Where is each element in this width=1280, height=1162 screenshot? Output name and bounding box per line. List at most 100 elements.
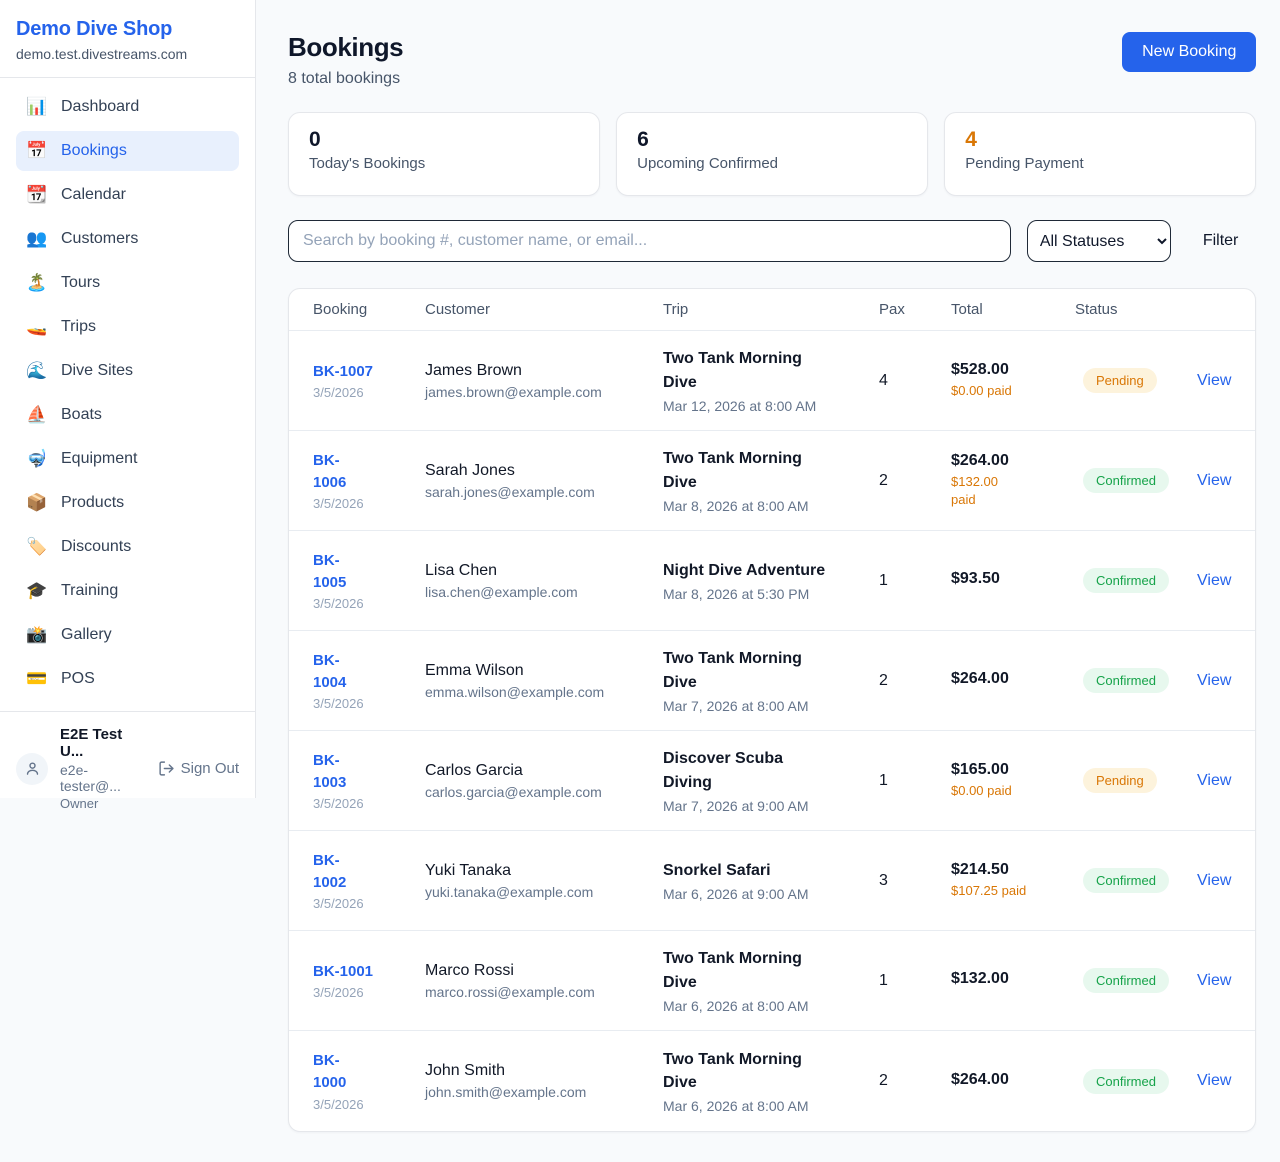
sidebar: Demo Dive Shop demo.test.divestreams.com… — [0, 0, 256, 798]
sidebar-item-pos[interactable]: 💳 POS — [16, 659, 239, 699]
bookings-table: Booking Customer Trip Pax Total Status B… — [288, 288, 1256, 1132]
user-meta: E2E Test U... e2e-tester@... Owner — [60, 726, 146, 811]
sign-out-button[interactable]: Sign Out — [158, 760, 239, 777]
brand-name: Demo Dive Shop — [16, 18, 239, 41]
sidebar-item-bookings[interactable]: 📅 Bookings — [16, 131, 239, 171]
booking-id-link[interactable]: BK- 1005 — [313, 550, 346, 594]
column-header-customer: Customer — [425, 301, 663, 318]
sidebar-nav: 📊 Dashboard 📅 Bookings 📆 Calendar 👥 Cust… — [0, 78, 255, 711]
graduation-cap-icon: 🎓 — [26, 581, 48, 601]
view-link[interactable]: View — [1197, 1072, 1231, 1089]
sidebar-item-dive-sites[interactable]: 🌊 Dive Sites — [16, 351, 239, 391]
trip-datetime: Mar 7, 2026 at 9:00 AM — [663, 798, 879, 814]
trip-datetime: Mar 8, 2026 at 5:30 PM — [663, 586, 879, 602]
stat-card-pending-payment: 4 Pending Payment — [944, 112, 1256, 196]
sidebar-item-label: Gallery — [61, 626, 112, 644]
total-amount: $264.00 — [951, 1071, 1075, 1089]
status-select[interactable]: All Statuses — [1027, 220, 1171, 262]
sidebar-item-label: Dashboard — [61, 98, 139, 116]
island-icon: 🏝️ — [26, 273, 48, 293]
trip-datetime: Mar 6, 2026 at 8:00 AM — [663, 998, 879, 1014]
customer-name: Emma Wilson — [425, 662, 663, 680]
booking-id-link[interactable]: BK- 1000 — [313, 1050, 346, 1094]
column-header-total: Total — [951, 301, 1075, 318]
paid-amount: $0.00 paid — [951, 382, 1075, 400]
view-link[interactable]: View — [1197, 572, 1231, 589]
trip-name: Two Tank Morning Dive — [663, 647, 879, 693]
stat-value: 6 — [637, 128, 907, 152]
customer-email: yuki.tanaka@example.com — [425, 884, 663, 900]
new-booking-button[interactable]: New Booking — [1122, 32, 1256, 72]
sidebar-item-products[interactable]: 📦 Products — [16, 483, 239, 523]
sidebar-item-tours[interactable]: 🏝️ Tours — [16, 263, 239, 303]
tag-icon: 🏷️ — [26, 537, 48, 557]
user-email: e2e-tester@... — [60, 762, 146, 794]
sidebar-item-calendar[interactable]: 📆 Calendar — [16, 175, 239, 215]
tear-off-calendar-icon: 📆 — [26, 185, 48, 205]
sidebar-item-label: Boats — [61, 406, 102, 424]
sidebar-item-customers[interactable]: 👥 Customers — [16, 219, 239, 259]
sidebar-item-label: Bookings — [61, 142, 127, 160]
stat-value: 0 — [309, 128, 579, 152]
view-link[interactable]: View — [1197, 672, 1231, 689]
package-icon: 📦 — [26, 493, 48, 513]
wave-icon: 🌊 — [26, 361, 48, 381]
sidebar-item-training[interactable]: 🎓 Training — [16, 571, 239, 611]
sidebar-item-dashboard[interactable]: 📊 Dashboard — [16, 87, 239, 127]
page-header: Bookings 8 total bookings New Booking — [288, 32, 1256, 88]
diving-mask-icon: 🤿 — [26, 449, 48, 469]
pax-count: 4 — [879, 372, 951, 390]
booking-id-link[interactable]: BK- 1006 — [313, 450, 346, 494]
view-link[interactable]: View — [1197, 972, 1231, 989]
status-badge: Confirmed — [1083, 568, 1169, 593]
sidebar-item-label: Dive Sites — [61, 362, 133, 380]
trip-datetime: Mar 12, 2026 at 8:00 AM — [663, 398, 879, 414]
booking-id-link[interactable]: BK-1007 — [313, 361, 373, 383]
view-link[interactable]: View — [1197, 772, 1231, 789]
view-link[interactable]: View — [1197, 372, 1231, 389]
status-badge: Confirmed — [1083, 968, 1169, 993]
stat-value: 4 — [965, 128, 1235, 152]
trip-datetime: Mar 6, 2026 at 8:00 AM — [663, 1098, 879, 1114]
total-amount: $264.00 — [951, 670, 1075, 688]
page-title-block: Bookings 8 total bookings — [288, 32, 403, 88]
trip-datetime: Mar 8, 2026 at 8:00 AM — [663, 498, 879, 514]
speedboat-icon: 🚤 — [26, 317, 48, 337]
stats-row: 0 Today's Bookings 6 Upcoming Confirmed … — [288, 112, 1256, 196]
view-link[interactable]: View — [1197, 472, 1231, 489]
sidebar-item-discounts[interactable]: 🏷️ Discounts — [16, 527, 239, 567]
table-row: BK- 1003 3/5/2026 Carlos Garcia carlos.g… — [289, 731, 1255, 831]
booking-id-link[interactable]: BK- 1003 — [313, 750, 346, 794]
status-badge: Confirmed — [1083, 1069, 1169, 1094]
camera-icon: 📸 — [26, 625, 48, 645]
column-header-pax: Pax — [879, 301, 951, 318]
column-header-booking: Booking — [313, 301, 425, 318]
pax-count: 1 — [879, 972, 951, 990]
customer-email: james.brown@example.com — [425, 384, 663, 400]
booking-date: 3/5/2026 — [313, 696, 425, 711]
filter-row: All Statuses Filter — [288, 220, 1256, 262]
column-header-status: Status — [1075, 301, 1197, 318]
credit-card-icon: 💳 — [26, 669, 48, 689]
booking-id-link[interactable]: BK- 1002 — [313, 850, 346, 894]
search-input[interactable] — [288, 220, 1011, 262]
trip-name: Two Tank Morning Dive — [663, 447, 879, 493]
sidebar-item-equipment[interactable]: 🤿 Equipment — [16, 439, 239, 479]
user-role: Owner — [60, 796, 146, 811]
booking-date: 3/5/2026 — [313, 985, 425, 1000]
sidebar-item-label: Customers — [61, 230, 138, 248]
booking-id-link[interactable]: BK-1001 — [313, 961, 373, 983]
trip-name: Two Tank Morning Dive — [663, 347, 879, 393]
pax-count: 2 — [879, 1072, 951, 1090]
brand: Demo Dive Shop demo.test.divestreams.com — [0, 0, 255, 78]
paid-amount: $107.25 paid — [951, 882, 1075, 900]
customer-email: emma.wilson@example.com — [425, 684, 663, 700]
sidebar-item-gallery[interactable]: 📸 Gallery — [16, 615, 239, 655]
view-link[interactable]: View — [1197, 872, 1231, 889]
total-amount: $264.00 — [951, 452, 1075, 470]
filter-button[interactable]: Filter — [1187, 232, 1257, 250]
booking-id-link[interactable]: BK- 1004 — [313, 650, 346, 694]
sign-out-label: Sign Out — [181, 760, 239, 777]
sidebar-item-trips[interactable]: 🚤 Trips — [16, 307, 239, 347]
sidebar-item-boats[interactable]: ⛵ Boats — [16, 395, 239, 435]
